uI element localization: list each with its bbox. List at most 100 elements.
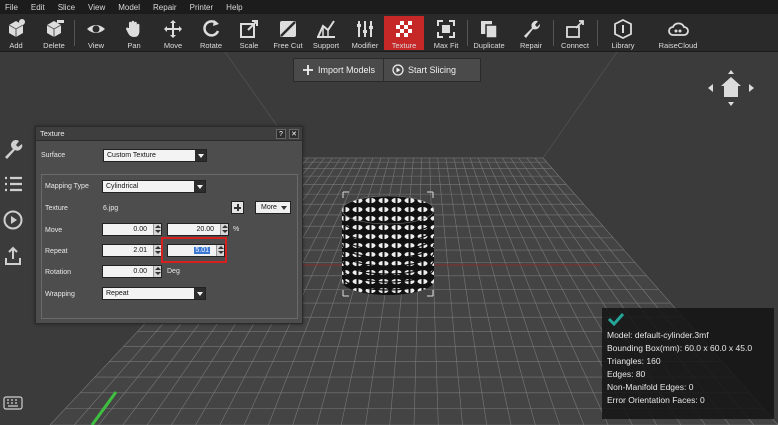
toolbar-add-label: Add (9, 41, 23, 50)
start-slicing-button[interactable]: Start Slicing (383, 59, 464, 81)
error-orientation-faces: Error Orientation Faces: 0 (607, 395, 705, 405)
free-cut-icon (280, 21, 296, 37)
connect-icon (566, 20, 584, 38)
check-icon (607, 312, 625, 327)
toolbar-move-label: Move (163, 41, 183, 50)
toolbar-free-cut-button[interactable]: Free Cut (268, 16, 308, 50)
export-upload-icon[interactable] (2, 245, 24, 267)
toolbar-repair-button[interactable]: Repair (511, 16, 551, 50)
cube-delete-icon (46, 20, 64, 37)
toolbar-connect-label: Connect (561, 41, 589, 50)
toolbar-delete-button[interactable]: Delete (34, 16, 74, 50)
play-circle-icon (392, 64, 404, 76)
toolbar-duplicate-button[interactable]: Duplicate (469, 16, 509, 50)
eye-icon (87, 25, 105, 33)
menu-printer[interactable]: Printer (185, 3, 222, 12)
surface-select[interactable]: Custom Texture (103, 149, 207, 162)
toolbar-rotate-button[interactable]: Rotate (191, 16, 231, 50)
start-slicing-label: Start Slicing (408, 65, 457, 75)
rotate-icon (203, 20, 220, 37)
menu-help[interactable]: Help (221, 3, 250, 12)
help-button[interactable]: ? (276, 129, 286, 139)
toolbar-scale-button[interactable]: Scale (229, 16, 269, 50)
move-x-input[interactable]: 0.00 (102, 223, 162, 236)
toolbar-library-label: Library (611, 41, 635, 50)
cloud-icon (668, 22, 689, 36)
surface-label: Surface (41, 152, 66, 159)
plus-icon (303, 65, 313, 75)
toolbar-separator (553, 20, 554, 46)
toolbar-support-button[interactable]: Support (306, 16, 346, 50)
import-models-label: Import Models (318, 65, 376, 75)
menu-slice[interactable]: Slice (53, 3, 83, 12)
move-y-input[interactable]: 20.00 (167, 223, 229, 236)
rotation-input[interactable]: 0.00 (102, 265, 162, 278)
repeat-x-input[interactable]: 2.01 (102, 244, 162, 257)
move-label: Move (45, 227, 63, 234)
menu-repair[interactable]: Repair (148, 3, 185, 12)
mapping-type-label: Mapping Type (45, 183, 89, 190)
toolbar-scale-label: Scale (239, 41, 259, 50)
non-manifold-edges: Non-Manifold Edges: 0 (607, 382, 694, 392)
menu-edit[interactable]: Edit (26, 3, 53, 12)
menu-file[interactable]: File (0, 3, 26, 12)
toolbar-separator (597, 20, 598, 46)
texture-file-name: 6.jpg (103, 205, 119, 212)
rotation-label: Rotation (45, 269, 72, 276)
main-toolbar: Add Delete View Pan Move Rotate Scale Fr… (0, 14, 778, 52)
rotation-unit: Deg (167, 268, 180, 275)
list-icon[interactable] (2, 173, 24, 195)
repeat-label: Repeat (45, 248, 68, 255)
chevron-down-icon (194, 288, 205, 299)
toolbar-view-button[interactable]: View (76, 16, 116, 50)
wrapping-label: Wrapping (45, 291, 75, 298)
bounding-box: Bounding Box(mm): 60.0 x 60.0 x 45.0 (607, 343, 753, 353)
toolbar-connect-button[interactable]: Connect (555, 16, 595, 50)
hand-icon (125, 20, 140, 37)
stepper-icon[interactable] (153, 224, 161, 235)
toolbar-library-button[interactable]: Library (603, 16, 643, 50)
close-icon[interactable]: ✕ (289, 129, 299, 139)
highlight-box (161, 237, 227, 263)
triangle-count: Triangles: 160 (607, 356, 661, 366)
wrapping-select[interactable]: Repeat (102, 287, 206, 300)
chevron-down-icon (195, 150, 206, 161)
toolbar-texture-button[interactable]: Texture (384, 16, 424, 50)
import-models-button[interactable]: Import Models (294, 59, 383, 81)
view-navigation-widget[interactable] (706, 68, 756, 108)
toolbar-raisecloud-label: RaiseCloud (658, 41, 698, 50)
menu-view[interactable]: View (83, 3, 113, 12)
scale-icon (240, 20, 258, 38)
toolbar-pan-button[interactable]: Pan (114, 16, 154, 50)
toolbar-add-button[interactable]: Add (0, 16, 36, 50)
add-texture-button[interactable] (231, 201, 244, 214)
more-dropdown[interactable]: More (255, 201, 291, 214)
preview-play-icon[interactable] (2, 209, 24, 231)
toolbar-support-label: Support (312, 41, 340, 50)
texture-checker-icon (396, 21, 412, 37)
modifier-sliders-icon (357, 21, 373, 37)
more-label: More (261, 204, 277, 211)
settings-wrench-icon[interactable] (2, 138, 24, 160)
toolbar-modifier-button[interactable]: Modifier (345, 16, 385, 50)
texture-panel-title: Texture (40, 129, 65, 138)
toolbar-delete-label: Delete (43, 41, 65, 50)
texture-panel-titlebar: Texture ? ✕ (36, 127, 302, 141)
mapping-type-select[interactable]: Cylindrical (102, 180, 206, 193)
chevron-down-icon (194, 181, 205, 192)
toolbar-max-fit-button[interactable]: Max Fit (426, 16, 466, 50)
keyboard-icon[interactable] (3, 396, 23, 410)
toolbar-rotate-label: Rotate (199, 41, 223, 50)
model-name: Model: default-cylinder.3mf (607, 330, 709, 340)
toolbar-max-fit-label: Max Fit (433, 41, 459, 50)
move-arrows-icon (164, 20, 182, 38)
toolbar-texture-label: Texture (391, 41, 417, 50)
stepper-icon[interactable] (153, 266, 161, 277)
stepper-icon[interactable] (153, 245, 161, 256)
stepper-icon[interactable] (220, 224, 228, 235)
mapping-type-value: Cylindrical (106, 183, 139, 190)
toolbar-raisecloud-button[interactable]: RaiseCloud (658, 16, 698, 50)
toolbar-pan-label: Pan (127, 41, 141, 50)
menu-model[interactable]: Model (113, 3, 148, 12)
toolbar-move-button[interactable]: Move (153, 16, 193, 50)
